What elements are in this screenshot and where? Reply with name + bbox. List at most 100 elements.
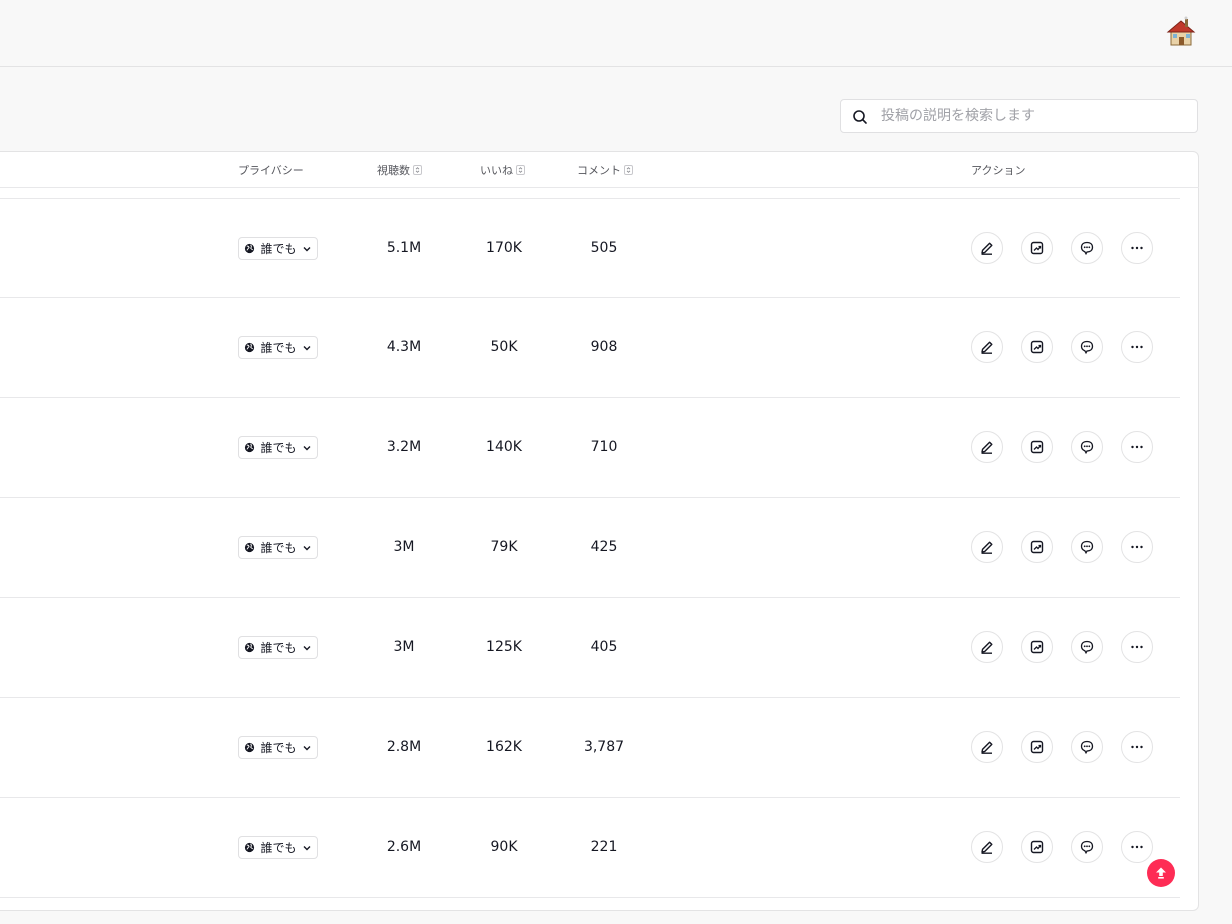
more-button[interactable] [1121,831,1153,863]
comments-button[interactable] [1071,331,1103,363]
analytics-button[interactable] [1021,331,1053,363]
analytics-icon [1030,440,1044,454]
analytics-button[interactable] [1021,731,1053,763]
edit-button[interactable] [971,731,1003,763]
edit-button[interactable] [971,431,1003,463]
analytics-button[interactable] [1021,531,1053,563]
likes-count: 170K [486,240,522,256]
sort-icon[interactable] [413,165,422,175]
privacy-label: 誰でも [260,341,297,355]
edit-icon [981,841,993,854]
privacy-select[interactable]: 誰でも [238,536,318,559]
chevron-down-icon [303,645,310,650]
edit-button[interactable] [971,631,1003,663]
edit-icon [981,242,993,255]
edit-button[interactable] [971,331,1003,363]
sort-icon[interactable] [624,165,633,175]
analytics-icon [1030,640,1044,654]
more-button[interactable] [1121,731,1153,763]
more-button[interactable] [1121,331,1153,363]
search-icon [853,110,867,124]
column-label: アクション [971,164,1026,177]
edit-button[interactable] [971,831,1003,863]
table-row: 誰でも 2.8M 162K 3,787 [0,698,1180,798]
search-input[interactable] [881,100,1181,132]
likes-count: 140K [486,439,522,455]
table-row: 誰でも 4.3M 50K 908 [0,298,1180,398]
column-header-views[interactable]: 視聴数 [377,162,422,178]
table-row: 誰でも 3M 125K 405 [0,598,1180,698]
more-icon [1131,545,1143,549]
privacy-select[interactable]: 誰でも [238,636,318,659]
comments-button[interactable] [1071,831,1103,863]
comments-icon [1080,840,1094,855]
edit-icon [981,541,993,554]
privacy-select[interactable]: 誰でも [238,436,318,459]
more-button[interactable] [1121,431,1153,463]
comments-count: 221 [590,839,618,855]
privacy-select[interactable]: 誰でも [238,336,318,359]
table-row: 誰でも 3M 79K 425 [0,498,1180,598]
top-bar [0,0,1232,67]
comments-icon [1080,640,1094,655]
column-header-comments[interactable]: コメント [577,162,633,178]
likes-count: 79K [490,539,518,555]
edit-icon [981,441,993,454]
privacy-label: 誰でも [260,841,297,855]
more-icon [1131,745,1143,749]
privacy-select[interactable]: 誰でも [238,836,318,859]
comments-button[interactable] [1071,531,1103,563]
chevron-down-icon [303,745,310,750]
privacy-label: 誰でも [260,641,297,655]
privacy-select[interactable]: 誰でも [238,237,318,260]
globe-icon [245,243,255,254]
more-button[interactable] [1121,531,1153,563]
arrow-up-icon [1156,867,1166,879]
comments-button[interactable] [1071,631,1103,663]
analytics-button[interactable] [1021,831,1053,863]
analytics-icon [1030,340,1044,354]
privacy-select[interactable]: 誰でも [238,736,318,759]
comments-count: 710 [590,439,618,455]
likes-count: 50K [490,339,518,355]
edit-button[interactable] [971,531,1003,563]
analytics-button[interactable] [1021,232,1053,264]
more-icon [1131,845,1143,849]
search-box [840,99,1198,133]
chevron-down-icon [303,445,310,450]
analytics-button[interactable] [1021,431,1053,463]
sort-icon[interactable] [516,165,525,175]
more-icon [1131,345,1143,349]
globe-icon [245,442,255,453]
analytics-icon [1030,740,1044,754]
comments-button[interactable] [1071,431,1103,463]
globe-icon [245,842,255,853]
comments-count: 425 [590,539,618,555]
analytics-button[interactable] [1021,631,1053,663]
table-row: 誰でも 5.1M 170K 505 [0,198,1180,298]
comments-count: 3,787 [583,739,625,755]
edit-icon [981,741,993,754]
scroll-to-top-button[interactable] [1147,859,1175,887]
column-header-likes[interactable]: いいね [480,162,525,178]
edit-button[interactable] [971,232,1003,264]
more-button[interactable] [1121,631,1153,663]
privacy-label: 誰でも [260,441,297,455]
globe-icon [245,642,255,653]
likes-count: 162K [486,739,522,755]
views-count: 3M [393,639,415,655]
views-count: 4.3M [386,339,422,355]
edit-icon [981,341,993,354]
comments-button[interactable] [1071,232,1103,264]
chevron-down-icon [303,345,310,350]
column-label: プライバシー [238,164,304,177]
comments-count: 405 [590,639,618,655]
globe-icon [245,542,255,553]
comments-icon [1080,440,1094,455]
house-avatar-icon[interactable] [1166,16,1196,48]
comments-icon [1080,340,1094,355]
comments-button[interactable] [1071,731,1103,763]
chevron-down-icon [303,545,310,550]
column-header-actions: アクション [971,162,1025,178]
more-button[interactable] [1121,232,1153,264]
